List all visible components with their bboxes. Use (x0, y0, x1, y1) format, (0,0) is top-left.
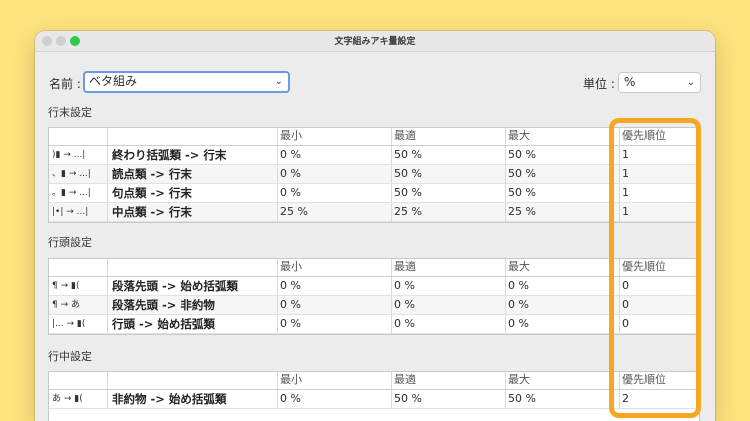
title-bar: 文字組みアキ量設定 (35, 31, 715, 52)
max-value[interactable]: 50 % (508, 146, 536, 164)
table-header: 最小 最適 最大 優先順位 (49, 259, 699, 277)
table-row[interactable]: あ → ▮( 非約物 -> 始め括弧類 0 % 50 % 50 % 2 (49, 390, 699, 409)
chevron-down-icon: ⌄ (274, 76, 283, 87)
unit-label: 単位 : (583, 77, 615, 91)
chevron-down-icon: ⌄ (686, 77, 695, 88)
table-row[interactable]: 、▮ → ...| 読点類 -> 行末 0 % 50 % 50 % 1 (49, 165, 699, 184)
rule-name: 段落先頭 -> 始め括弧類 (112, 279, 238, 293)
opt-value[interactable]: 0 % (394, 315, 415, 333)
section-title: 行頭設定 (48, 236, 92, 249)
rule-name: 句点類 -> 行末 (112, 186, 192, 200)
glyph-pair-icon: 。▮ → ...| (52, 188, 91, 198)
min-value[interactable]: 25 % (280, 203, 308, 221)
glyph-pair-icon: ¶ → ▮( (52, 281, 80, 291)
min-value[interactable]: 0 % (280, 315, 301, 333)
priority-value[interactable]: 0 (622, 277, 629, 295)
name-label: 名前 : (49, 77, 81, 91)
priority-value[interactable]: 1 (622, 146, 629, 164)
line-start-table: 最小 最適 最大 優先順位 ¶ → ▮( 段落先頭 -> 始め括弧類 0 % 0… (48, 258, 700, 335)
column-header-min: 最小 (280, 260, 302, 273)
table-row[interactable]: )▮ → ...| 終わり括弧類 -> 行末 0 % 50 % 50 % 1 (49, 146, 699, 165)
unit-select-value: % (624, 75, 636, 89)
glyph-pair-icon: あ → ▮( (52, 394, 83, 404)
line-end-table: 最小 最適 最大 優先順位 )▮ → ...| 終わり括弧類 -> 行末 0 %… (48, 127, 700, 223)
max-value[interactable]: 25 % (508, 203, 536, 221)
rule-name: 終わり括弧類 -> 行末 (112, 148, 227, 162)
column-header-priority: 優先順位 (622, 129, 666, 142)
glyph-pair-icon: |... → ▮( (52, 319, 86, 329)
mid-line-table: 最小 最適 最大 優先順位 あ → ▮( 非約物 -> 始め括弧類 0 % 50… (48, 371, 700, 421)
min-value[interactable]: 0 % (280, 296, 301, 314)
name-select-value: ベタ組み (89, 74, 138, 88)
table-row[interactable]: ¶ → あ 段落先頭 -> 非約物 0 % 0 % 0 % 0 (49, 296, 699, 315)
section-title: 行末設定 (48, 106, 92, 119)
settings-window: 文字組みアキ量設定 名前 : ベタ組み ⌄ 単位 : % ⌄ 行末設定 最小 最… (35, 31, 715, 421)
min-value[interactable]: 0 % (280, 146, 301, 164)
table-row[interactable]: 。▮ → ...| 句点類 -> 行末 0 % 50 % 50 % 1 (49, 184, 699, 203)
column-header-min: 最小 (280, 129, 302, 142)
column-header-opt: 最適 (394, 129, 416, 142)
rule-name: 中点類 -> 行末 (112, 205, 192, 219)
opt-value[interactable]: 50 % (394, 146, 422, 164)
priority-value[interactable]: 1 (622, 165, 629, 183)
rule-name: 非約物 -> 始め括弧類 (112, 392, 227, 406)
name-select[interactable]: ベタ組み ⌄ (83, 71, 290, 93)
table-header: 最小 最適 最大 優先順位 (49, 372, 699, 390)
window-title: 文字組みアキ量設定 (334, 37, 416, 47)
priority-value[interactable]: 1 (622, 203, 629, 221)
opt-value[interactable]: 50 % (394, 390, 422, 408)
priority-value[interactable]: 0 (622, 296, 629, 314)
max-value[interactable]: 0 % (508, 315, 529, 333)
column-header-max: 最大 (508, 129, 530, 142)
column-header-opt: 最適 (394, 260, 416, 273)
opt-value[interactable]: 50 % (394, 184, 422, 202)
table-row[interactable]: ¶ → ▮( 段落先頭 -> 始め括弧類 0 % 0 % 0 % 0 (49, 277, 699, 296)
priority-value[interactable]: 2 (622, 390, 629, 408)
min-value[interactable]: 0 % (280, 165, 301, 183)
column-header-max: 最大 (508, 373, 530, 386)
table-row[interactable]: |... → ▮( 行頭 -> 始め括弧類 0 % 0 % 0 % 0 (49, 315, 699, 334)
min-value[interactable]: 0 % (280, 184, 301, 202)
section-title: 行中設定 (48, 350, 92, 363)
rule-name: 読点類 -> 行末 (112, 167, 192, 181)
rule-name: 段落先頭 -> 非約物 (112, 298, 215, 312)
glyph-pair-icon: ¶ → あ (52, 300, 80, 310)
max-value[interactable]: 0 % (508, 296, 529, 314)
max-value[interactable]: 50 % (508, 184, 536, 202)
priority-value[interactable]: 0 (622, 315, 629, 333)
column-header-opt: 最適 (394, 373, 416, 386)
glyph-pair-icon: |•| → ...| (52, 207, 89, 217)
unit-select[interactable]: % ⌄ (618, 72, 701, 93)
column-header-min: 最小 (280, 373, 302, 386)
glyph-pair-icon: )▮ → ...| (52, 150, 86, 160)
opt-value[interactable]: 0 % (394, 277, 415, 295)
max-value[interactable]: 50 % (508, 390, 536, 408)
table-header: 最小 最適 最大 優先順位 (49, 128, 699, 146)
min-value[interactable]: 0 % (280, 277, 301, 295)
glyph-pair-icon: 、▮ → ...| (52, 169, 91, 179)
column-header-max: 最大 (508, 260, 530, 273)
table-row[interactable]: |•| → ...| 中点類 -> 行末 25 % 25 % 25 % 1 (49, 203, 699, 222)
column-header-priority: 優先順位 (622, 373, 666, 386)
opt-value[interactable]: 50 % (394, 165, 422, 183)
max-value[interactable]: 0 % (508, 277, 529, 295)
max-value[interactable]: 50 % (508, 165, 536, 183)
min-value[interactable]: 0 % (280, 390, 301, 408)
opt-value[interactable]: 25 % (394, 203, 422, 221)
rule-name: 行頭 -> 始め括弧類 (112, 317, 215, 331)
column-header-priority: 優先順位 (622, 260, 666, 273)
priority-value[interactable]: 1 (622, 184, 629, 202)
opt-value[interactable]: 0 % (394, 296, 415, 314)
